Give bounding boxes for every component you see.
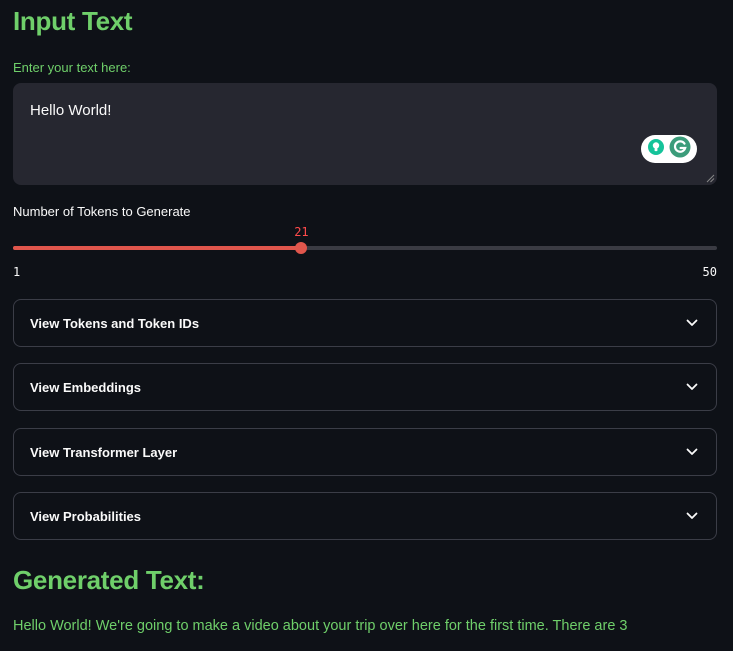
input-heading: Input Text bbox=[13, 6, 133, 36]
expander-probabilities[interactable]: View Probabilities bbox=[13, 492, 717, 540]
slider-fill bbox=[13, 246, 302, 250]
chevron-down-icon[interactable] bbox=[686, 381, 698, 393]
expander-embeddings[interactable]: View Embeddings bbox=[13, 363, 717, 411]
expander-transformer-layer[interactable]: View Transformer Layer bbox=[13, 428, 717, 476]
expander-label: View Embeddings bbox=[30, 379, 142, 395]
generated-text: Hello World! We're going to make a video… bbox=[13, 618, 628, 634]
grammarly-icon[interactable] bbox=[669, 136, 691, 163]
text-input-value[interactable]: Hello World! bbox=[30, 102, 111, 119]
slider-value: 21 bbox=[294, 225, 309, 239]
expander-label: View Transformer Layer bbox=[30, 444, 178, 460]
chevron-down-icon[interactable] bbox=[686, 510, 698, 522]
chevron-down-icon[interactable] bbox=[686, 317, 698, 329]
slider-label: Number of Tokens to Generate bbox=[13, 204, 191, 219]
slider-thumb[interactable] bbox=[295, 242, 308, 254]
expander-tokens[interactable]: View Tokens and Token IDs bbox=[13, 299, 717, 347]
expander-label: View Tokens and Token IDs bbox=[30, 315, 200, 331]
grammarly-widget[interactable] bbox=[641, 135, 697, 163]
lightbulb-icon[interactable] bbox=[647, 138, 665, 161]
resize-handle-icon[interactable] bbox=[705, 173, 715, 183]
text-input-area[interactable]: Hello World! bbox=[13, 83, 717, 185]
slider-track[interactable] bbox=[13, 246, 717, 250]
generated-heading: Generated Text: bbox=[13, 565, 205, 595]
chevron-down-icon[interactable] bbox=[686, 446, 698, 458]
slider-max-label: 50 bbox=[702, 265, 717, 279]
text-input-label: Enter your text here: bbox=[13, 60, 131, 75]
expander-label: View Probabilities bbox=[30, 508, 142, 524]
slider-min-label: 1 bbox=[13, 265, 21, 279]
